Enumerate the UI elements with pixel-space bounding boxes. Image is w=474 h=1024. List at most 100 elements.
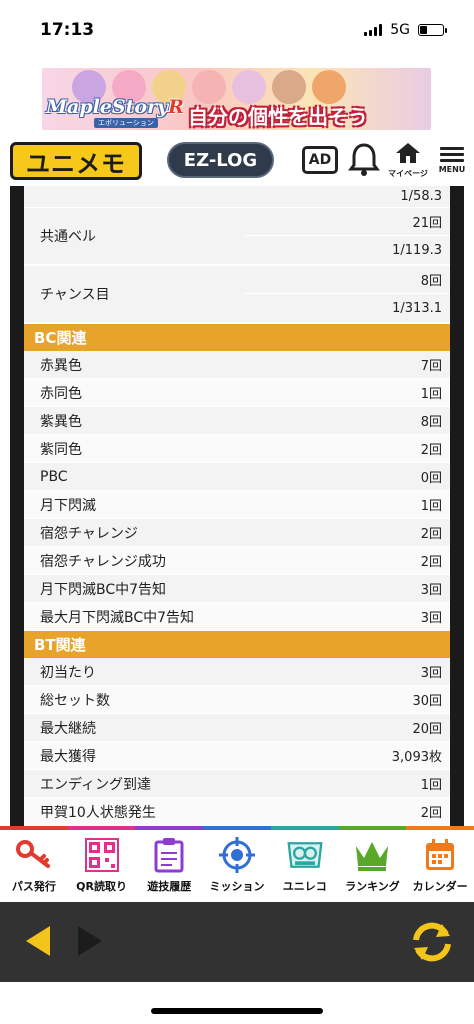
qr-icon — [83, 836, 121, 874]
forward-arrow-icon[interactable] — [74, 924, 106, 958]
split-row-bell: 共通ベル 21回 1/119.3 — [24, 208, 450, 266]
table-row: PBC 0回 — [24, 463, 450, 491]
row-prob: 1/313.1 — [392, 300, 442, 316]
table-row: 宿怨チャレンジ成功 2回 — [24, 547, 450, 575]
bell-icon[interactable] — [348, 142, 380, 178]
row-label: 月下閃滅 — [40, 497, 96, 514]
section-bc-header: BC関連 — [24, 324, 450, 351]
row-label: 最大月下閃滅BC中7告知 — [40, 609, 195, 626]
row-value: 2回 — [420, 806, 442, 821]
key-icon — [15, 836, 53, 874]
row-value: 1回 — [420, 387, 442, 402]
table-row: 赤異色 7回 — [24, 351, 450, 379]
table-row: 月下閃滅BC中7告知 3回 — [24, 575, 450, 603]
row-value: 3回 — [420, 583, 442, 598]
row-label: 月下閃滅BC中7告知 — [40, 581, 167, 598]
nav-label: QR読取り — [76, 880, 127, 893]
row-value: 1回 — [420, 778, 442, 793]
row-label: エンディング到達 — [40, 776, 152, 793]
home-icon — [396, 143, 420, 163]
table-row: 総セット数 30回 — [24, 686, 450, 714]
home-indicator — [151, 1008, 323, 1014]
row-value: 1回 — [420, 499, 442, 514]
row-value: 20回 — [412, 722, 442, 737]
nav-label: 遊技履歴 — [147, 880, 192, 893]
hamburger-icon — [436, 147, 468, 162]
bt-rows: 初当たり 3回総セット数 30回最大継続 20回最大獲得 3,093枚エンディング到達 1… — [24, 658, 450, 826]
ad-button[interactable]: AD — [302, 146, 338, 174]
back-arrow-icon[interactable] — [22, 924, 54, 958]
row-label: 最大継続 — [40, 720, 96, 737]
nav-unireco[interactable]: ユニレコ — [271, 830, 339, 902]
row-label: 共通ベル — [40, 229, 96, 245]
row-value: 2回 — [420, 527, 442, 542]
row-label: PBC — [40, 468, 68, 485]
nav-history[interactable]: 遊技履歴 — [135, 830, 203, 902]
status-indicators: 5G — [364, 22, 447, 38]
status-time: 17:13 — [40, 20, 95, 40]
table-row: 宿怨チャレンジ 2回 — [24, 519, 450, 547]
row-count: 21回 — [244, 208, 450, 236]
row-value: 2回 — [420, 555, 442, 570]
nav-mission[interactable]: ミッション — [203, 830, 271, 902]
table-row: 初当たり 3回 — [24, 658, 450, 686]
banner-logo-main: MapleStory — [46, 96, 169, 118]
bottom-nav: パス発行 QR読取り 遊技履歴 ミッション ユニレコ ランキング カレンダー — [0, 830, 474, 902]
row-value: 3,093枚 — [391, 750, 442, 765]
banner-logo-r: R — [168, 96, 184, 118]
browser-bar — [0, 902, 474, 982]
table-row: 甲賀10人状態発生 2回 — [24, 798, 450, 826]
banner-logo-sub: エボリューション — [94, 118, 158, 128]
section-bt-header: BT関連 — [24, 631, 450, 658]
row-value: 3回 — [420, 666, 442, 681]
table-row: 最大継続 20回 — [24, 714, 450, 742]
target-icon — [218, 836, 256, 874]
row-value: 0回 — [420, 471, 442, 486]
row-prob: 1/119.3 — [392, 242, 442, 258]
stats-table: 1/58.3 共通ベル 21回 1/119.3 チャンス目 8回 1/313.1… — [24, 186, 450, 826]
table-row: 紫同色 2回 — [24, 435, 450, 463]
clipboard-icon — [150, 836, 188, 874]
brand-logo[interactable]: ユニメモ — [10, 142, 142, 180]
status-bar: 17:13 5G — [0, 0, 474, 60]
row-count: 8回 — [244, 266, 450, 294]
row-value: 3回 — [420, 611, 442, 626]
battery-icon — [418, 24, 447, 36]
row-label: 初当たり — [40, 664, 96, 681]
row-label: 赤同色 — [40, 385, 82, 402]
nav-qr[interactable]: QR読取り — [68, 830, 136, 902]
mypage-label: マイページ — [388, 169, 428, 178]
nav-label: ミッション — [209, 880, 265, 893]
nav-label: カレンダー — [412, 880, 468, 893]
data-content[interactable]: 1/58.3 共通ベル 21回 1/119.3 チャンス目 8回 1/313.1… — [0, 186, 474, 826]
menu-button[interactable]: MENU — [436, 144, 468, 184]
app-header: ユニメモ EZ-LOG AD マイページ MENU — [0, 138, 474, 186]
row-label: チャンス目 — [40, 287, 110, 303]
row-value: 2回 — [420, 443, 442, 458]
network-label: 5G — [390, 22, 410, 38]
menu-label: MENU — [438, 165, 466, 174]
row-label: 宿怨チャレンジ成功 — [40, 553, 166, 570]
calendar-icon — [421, 836, 459, 874]
crown-icon — [353, 836, 391, 874]
split-row-chance: チャンス目 8回 1/313.1 — [24, 266, 450, 324]
frame-right — [450, 186, 464, 826]
row-label: 宿怨チャレンジ — [40, 525, 138, 542]
reload-icon[interactable] — [408, 918, 456, 966]
mypage-button[interactable]: マイページ — [388, 142, 428, 182]
row-value: 1/58.3 — [400, 189, 442, 204]
table-row: 紫異色 8回 — [24, 407, 450, 435]
row-label: 総セット数 — [40, 692, 110, 709]
row-value: 30回 — [412, 694, 442, 709]
table-row: 1/58.3 — [24, 186, 450, 208]
nav-calendar[interactable]: カレンダー — [406, 830, 474, 902]
table-row: エンディング到達 1回 — [24, 770, 450, 798]
ezlog-button[interactable]: EZ-LOG — [167, 142, 274, 178]
row-label: 最大獲得 — [40, 748, 96, 765]
unireco-icon — [286, 836, 324, 874]
nav-pass[interactable]: パス発行 — [0, 830, 68, 902]
banner-ad[interactable]: MapleStoryR エボリューション 自分の個性を出そう — [42, 68, 431, 130]
nav-label: パス発行 — [11, 880, 56, 893]
row-label: 甲賀10人状態発生 — [40, 804, 156, 821]
nav-ranking[interactable]: ランキング — [339, 830, 407, 902]
